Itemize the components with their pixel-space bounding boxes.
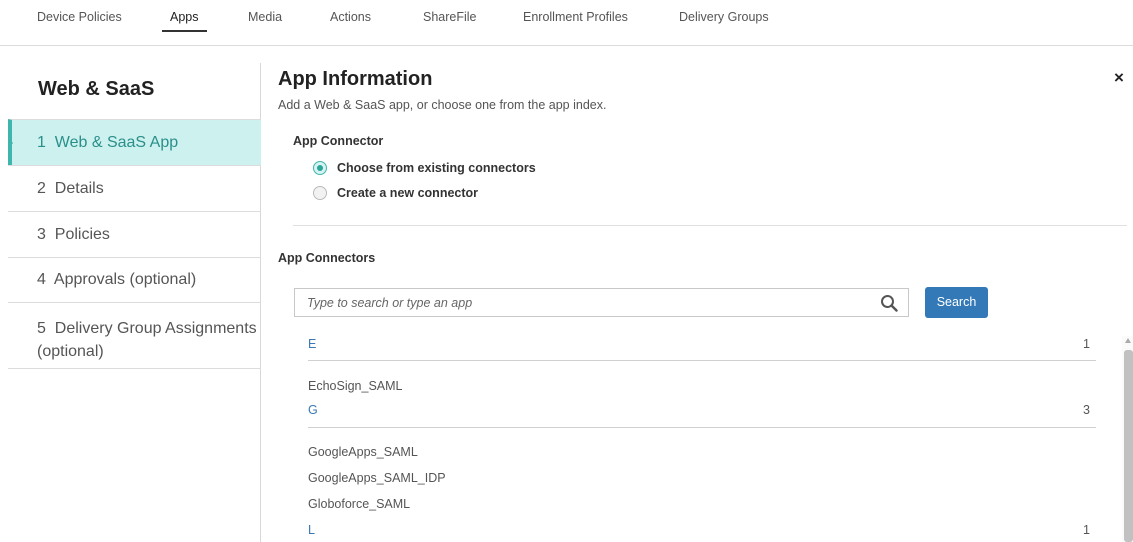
tab-apps[interactable]: Apps bbox=[162, 0, 206, 46]
tab-device-policies[interactable]: Device Policies bbox=[37, 0, 122, 46]
section-divider bbox=[293, 225, 1127, 226]
wizard-step-approvals[interactable]: 4 Approvals (optional) bbox=[8, 257, 261, 302]
app-connectors-label: App Connectors bbox=[278, 251, 376, 265]
tab-sharefile[interactable]: ShareFile bbox=[423, 0, 477, 46]
group-count: 3 bbox=[1083, 403, 1090, 417]
connector-item-echosign-saml[interactable]: EchoSign_SAML bbox=[308, 379, 403, 393]
connector-item-globoforce-saml[interactable]: Globoforce_SAML bbox=[308, 497, 410, 511]
group-header-e[interactable]: E 1 bbox=[308, 337, 1098, 357]
group-divider bbox=[308, 427, 1096, 428]
group-divider bbox=[308, 360, 1096, 361]
radio-selected-icon[interactable] bbox=[313, 161, 327, 175]
wizard-step-label: 2 Details bbox=[37, 179, 104, 197]
wizard-step-web-saas-app[interactable]: 1 Web & SaaS App bbox=[8, 119, 261, 165]
wizard-step-label: 1 Web & SaaS App bbox=[37, 133, 179, 151]
group-header-g[interactable]: G 3 bbox=[308, 403, 1098, 423]
group-letter: E bbox=[308, 337, 317, 351]
radio-label: Choose from existing connectors bbox=[337, 161, 536, 175]
tab-delivery-groups[interactable]: Delivery Groups bbox=[679, 0, 769, 46]
radio-unselected-icon[interactable] bbox=[313, 186, 327, 200]
connector-item-googleapps-saml[interactable]: GoogleApps_SAML bbox=[308, 445, 418, 459]
search-box bbox=[294, 288, 909, 317]
wizard-step-label: 4 Approvals (optional) bbox=[37, 271, 197, 288]
group-letter: L bbox=[308, 523, 315, 537]
radio-label: Create a new connector bbox=[337, 186, 479, 200]
search-button[interactable]: Search bbox=[925, 287, 988, 318]
radio-create-new[interactable]: Create a new connector bbox=[313, 184, 478, 202]
page-title: App Information bbox=[278, 68, 433, 90]
wizard-step-policies[interactable]: 3 Policies bbox=[8, 211, 261, 257]
close-icon[interactable]: × bbox=[1114, 68, 1124, 88]
sidebar-title: Web & SaaS bbox=[38, 78, 155, 100]
scroll-up-icon[interactable] bbox=[1125, 338, 1131, 343]
connector-item-googleapps-saml-idp[interactable]: GoogleApps_SAML_IDP bbox=[308, 471, 446, 485]
connector-list: E 1 EchoSign_SAML G 3 GoogleApps_SAML Go… bbox=[308, 330, 1098, 542]
wizard-step-details[interactable]: 2 Details bbox=[8, 165, 261, 211]
scrollbar-thumb[interactable] bbox=[1124, 350, 1133, 542]
group-count: 1 bbox=[1083, 337, 1090, 351]
wizard-sidebar: Web & SaaS 1 Web & SaaS App 2 Details 3 … bbox=[8, 63, 261, 542]
radio-choose-existing[interactable]: Choose from existing connectors bbox=[313, 159, 536, 177]
wizard-step-delivery-group-assignments[interactable]: 5 Delivery Group Assignments (optional) bbox=[8, 302, 261, 369]
top-tab-bar: Device Policies Apps Media Actions Share… bbox=[0, 0, 1133, 46]
group-letter: G bbox=[308, 403, 318, 417]
wizard-step-label: 5 Delivery Group Assignments (optional) bbox=[37, 320, 262, 360]
page-subtitle: Add a Web & SaaS app, or choose one from… bbox=[278, 98, 607, 112]
app-connector-label: App Connector bbox=[293, 134, 384, 148]
search-input[interactable] bbox=[295, 289, 865, 316]
group-count: 1 bbox=[1083, 523, 1090, 537]
tab-enrollment-profiles[interactable]: Enrollment Profiles bbox=[523, 0, 628, 46]
group-header-l[interactable]: L 1 bbox=[308, 523, 1098, 542]
tab-media[interactable]: Media bbox=[248, 0, 282, 46]
tab-actions[interactable]: Actions bbox=[330, 0, 371, 46]
search-icon[interactable] bbox=[880, 294, 898, 312]
wizard-step-label: 3 Policies bbox=[37, 225, 110, 243]
